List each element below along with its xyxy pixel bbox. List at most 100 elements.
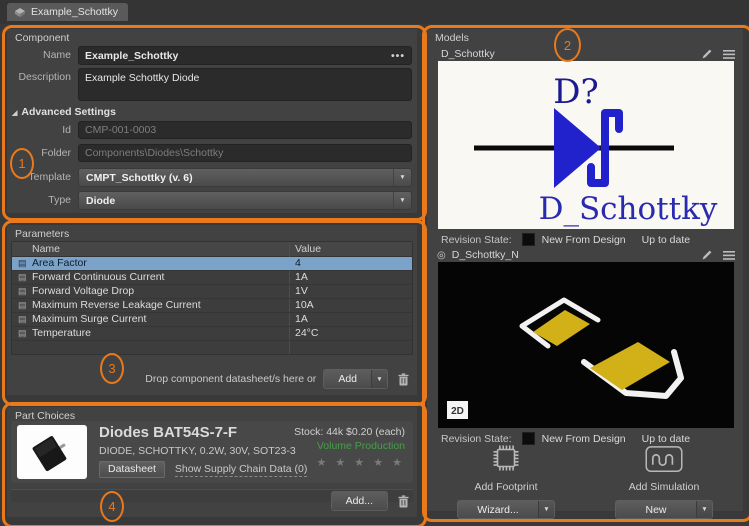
chevron-down-icon[interactable]: ▼ bbox=[393, 192, 411, 209]
add-parameter-split-button[interactable]: Add ▼ bbox=[323, 369, 388, 389]
template-row: Template CMPT_Schottky (v. 6) ▼ bbox=[7, 168, 412, 187]
add-part-button-wrap[interactable]: Add... bbox=[331, 491, 388, 511]
id-row: Id CMP-001-0003 bbox=[7, 121, 412, 139]
folder-input: Components\Diodes\Schottky bbox=[78, 144, 412, 162]
column-header-value[interactable]: Value bbox=[295, 243, 321, 255]
chevron-down-icon[interactable]: ▼ bbox=[696, 501, 712, 518]
description-label: Description bbox=[7, 68, 71, 87]
footprint-model-name: D_Schottky_N bbox=[452, 249, 519, 261]
parameters-table-header: Name Value bbox=[12, 242, 412, 257]
wizard-split-button[interactable]: Wizard... ▼ bbox=[457, 500, 555, 519]
target-icon: ◎ bbox=[437, 250, 446, 261]
tab-bar: Example_Schottky bbox=[0, 0, 749, 24]
folder-value: Components\Diodes\Schottky bbox=[85, 147, 223, 159]
symbol-label: D_Schottky bbox=[539, 191, 718, 227]
advanced-settings-label: Advanced Settings bbox=[21, 106, 116, 118]
view-toggle-label: 2D bbox=[451, 406, 464, 417]
parameter-value: 1A bbox=[295, 271, 308, 284]
parameter-icon: ▤ bbox=[18, 257, 27, 270]
trash-icon bbox=[398, 495, 409, 508]
type-select[interactable]: Diode ▼ bbox=[78, 191, 412, 210]
new-simulation-split-button[interactable]: New ▼ bbox=[615, 500, 713, 519]
column-header-name[interactable]: Name bbox=[32, 243, 60, 255]
models-panel: Models D_Schottky D? D_Schottky bbox=[426, 28, 744, 512]
name-label: Name bbox=[7, 46, 71, 65]
chevron-down-icon[interactable]: ▼ bbox=[393, 169, 411, 186]
symbol-model-name: D_Schottky bbox=[441, 48, 495, 60]
waveform-icon bbox=[644, 446, 684, 472]
parameter-icon: ▤ bbox=[18, 327, 27, 340]
edit-pencil-icon[interactable] bbox=[701, 48, 713, 60]
add-simulation-label: Add Simulation bbox=[629, 481, 700, 493]
new-button[interactable]: New bbox=[616, 501, 696, 518]
id-input: CMP-001-0003 bbox=[78, 121, 412, 139]
component-editor-window: Example_Schottky Component Name Example_… bbox=[0, 0, 749, 526]
table-row[interactable]: ▤ Forward Voltage Drop 1V bbox=[12, 285, 412, 299]
name-row: Name Example_Schottky ••• bbox=[7, 46, 412, 65]
type-value: Diode bbox=[86, 195, 115, 207]
symbol-preview[interactable]: D? D_Schottky bbox=[438, 61, 734, 229]
edit-pencil-icon[interactable] bbox=[701, 249, 713, 261]
part-photo bbox=[17, 425, 87, 479]
wizard-button[interactable]: Wizard... bbox=[458, 501, 538, 518]
symbol-designator: D? bbox=[553, 72, 599, 112]
part-choices-footer: Add... bbox=[331, 491, 411, 511]
table-row[interactable]: ▤ Maximum Reverse Leakage Current 10A bbox=[12, 299, 412, 313]
symbol-model-header: D_Schottky bbox=[441, 47, 735, 61]
drop-hint: Drop component datasheet/s here or bbox=[145, 373, 316, 385]
supply-chain-link[interactable]: Show Supply Chain Data (0) bbox=[175, 463, 308, 477]
add-footprint-label: Add Footprint bbox=[474, 481, 537, 493]
symbol-revision-row: Revision State: New From Design Up to da… bbox=[441, 233, 690, 246]
add-part-button[interactable]: Add... bbox=[332, 492, 387, 510]
template-value: CMPT_Schottky (v. 6) bbox=[86, 172, 193, 184]
delete-button[interactable] bbox=[395, 492, 411, 510]
revision-state-value: New From Design bbox=[542, 234, 626, 246]
chevron-down-icon[interactable]: ▼ bbox=[538, 501, 554, 518]
parameters-panel: Parameters Name Value ▤ Area Factor 4 ▤ … bbox=[6, 224, 418, 396]
advanced-settings-header[interactable]: ◢ Advanced Settings bbox=[12, 106, 116, 118]
table-row[interactable]: ▤ Forward Continuous Current 1A bbox=[12, 271, 412, 285]
chevron-down-icon[interactable]: ▼ bbox=[371, 370, 387, 388]
part-title: Diodes BAT54S-7-F bbox=[99, 424, 237, 441]
rating-stars[interactable]: ★ ★ ★ ★ ★ bbox=[294, 456, 405, 469]
template-label: Template bbox=[7, 168, 71, 187]
more-button[interactable]: ••• bbox=[391, 50, 405, 62]
folder-label: Folder bbox=[7, 144, 71, 163]
table-row[interactable]: ▤ Area Factor 4 bbox=[12, 257, 412, 271]
part-actions: Datasheet Show Supply Chain Data (0) bbox=[99, 461, 307, 478]
parameter-value: 4 bbox=[295, 257, 301, 270]
add-footprint-column: Add Footprint Wizard... ▼ bbox=[427, 441, 585, 519]
footprint-preview[interactable]: 2D bbox=[438, 262, 734, 428]
datasheet-button[interactable]: Datasheet bbox=[99, 461, 165, 478]
template-select[interactable]: CMPT_Schottky (v. 6) ▼ bbox=[78, 168, 412, 187]
name-input[interactable]: Example_Schottky ••• bbox=[78, 46, 412, 65]
part-description: DIODE, SCHOTTKY, 0.2W, 30V, SOT23-3 bbox=[99, 445, 296, 457]
footprint-model-header: ◎ D_Schottky_N bbox=[437, 248, 735, 262]
description-input[interactable]: Example Schottky Diode bbox=[78, 68, 412, 101]
add-button[interactable]: Add bbox=[324, 370, 371, 388]
stock-text: Stock: 44k $0.20 (each) bbox=[294, 426, 405, 438]
pad-2 bbox=[590, 342, 670, 390]
parameter-icon: ▤ bbox=[18, 313, 27, 326]
parameter-icon: ▤ bbox=[18, 285, 27, 298]
revision-status: Up to date bbox=[642, 234, 690, 246]
parameter-name: Forward Voltage Drop bbox=[32, 285, 134, 298]
table-row[interactable]: ▤ Maximum Surge Current 1A bbox=[12, 313, 412, 327]
part-choice-card[interactable]: Diodes BAT54S-7-F DIODE, SCHOTTKY, 0.2W,… bbox=[11, 421, 413, 483]
lifecycle-status: Volume Production bbox=[294, 440, 405, 452]
menu-icon[interactable] bbox=[723, 251, 735, 260]
collapse-triangle-icon: ◢ bbox=[12, 110, 17, 117]
parameter-icon: ▤ bbox=[18, 271, 27, 284]
parameter-name: Area Factor bbox=[32, 257, 87, 270]
id-label: Id bbox=[7, 121, 71, 140]
component-doc-icon bbox=[14, 7, 26, 17]
delete-button[interactable] bbox=[395, 370, 411, 388]
table-row[interactable]: ▤ Temperature 24°C bbox=[12, 327, 412, 341]
menu-icon[interactable] bbox=[723, 50, 735, 59]
type-label: Type bbox=[7, 191, 71, 210]
type-row: Type Diode ▼ bbox=[7, 191, 412, 210]
part-choices-panel: Part Choices Diodes BAT54S-7-F DIODE, SC… bbox=[6, 406, 418, 518]
parameters-panel-title: Parameters bbox=[15, 228, 69, 240]
document-tab[interactable]: Example_Schottky bbox=[7, 3, 128, 21]
parameter-name: Forward Continuous Current bbox=[32, 271, 164, 284]
